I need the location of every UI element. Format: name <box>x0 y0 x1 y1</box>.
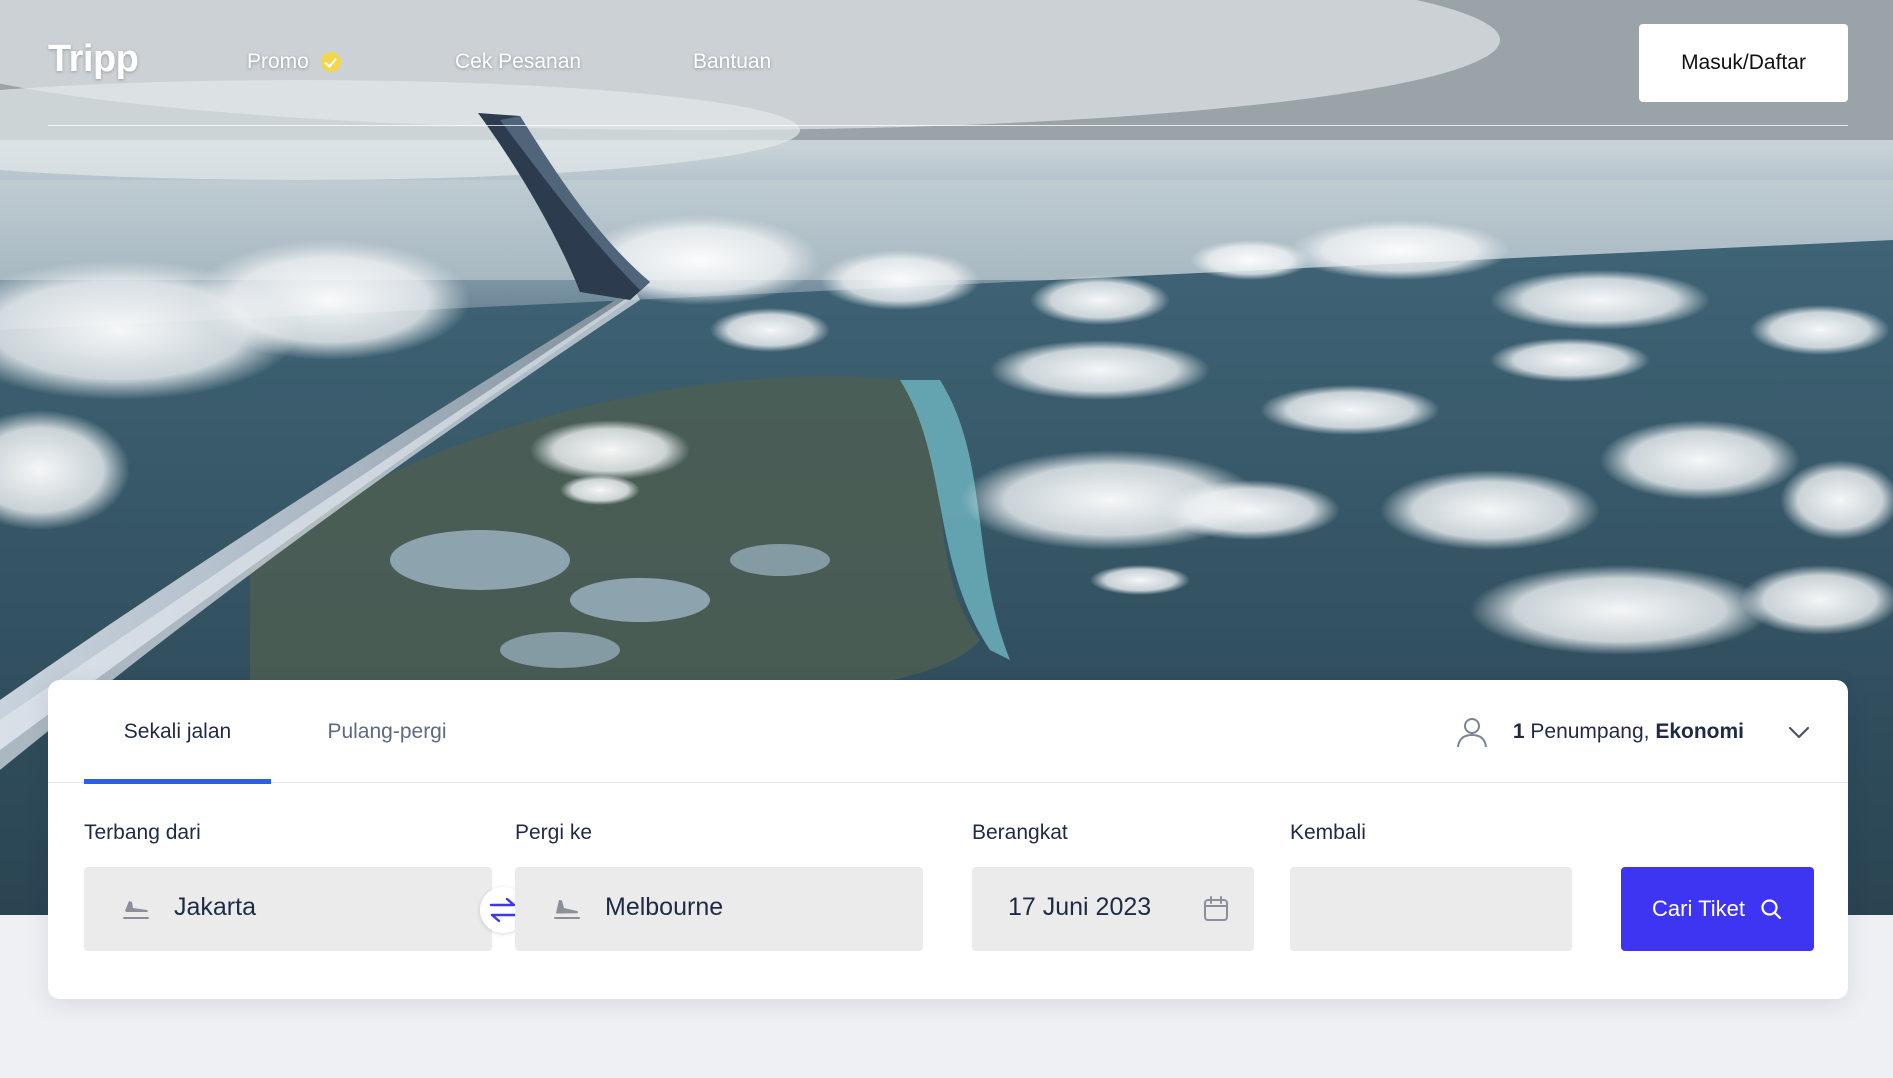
search-icon <box>1761 899 1782 920</box>
nav-link-promo-label: Promo <box>247 50 309 73</box>
depart-label: Berangkat <box>972 821 1068 844</box>
takeoff-icon <box>123 901 149 919</box>
user-icon <box>1456 717 1487 747</box>
nav-link-bantuan[interactable]: Bantuan <box>693 50 771 74</box>
to-value: Melbourne <box>605 893 724 921</box>
from-field[interactable]: Jakarta <box>84 867 492 951</box>
return-date-field[interactable] <box>1290 867 1572 951</box>
trip-type-tabs: Sekali jalan Pulang-pergi 1 Penumpang, E… <box>48 680 1848 784</box>
promo-badge-icon <box>320 52 341 72</box>
return-label: Kembali <box>1290 821 1366 844</box>
nav-link-bantuan-label: Bantuan <box>693 50 772 73</box>
top-nav: Tripp Promo Cek Pesanan Bantuan Masuk/Da… <box>48 0 1848 126</box>
brand-logo[interactable]: Tripp <box>48 38 139 81</box>
nav-link-cek-pesanan-label: Cek Pesanan <box>455 50 582 73</box>
calendar-icon <box>1204 896 1228 921</box>
depart-date-field[interactable]: 17 Juni 2023 <box>972 867 1254 951</box>
from-label: Terbang dari <box>84 821 201 844</box>
cabin-class: Ekonomi <box>1655 719 1744 743</box>
landing-icon <box>554 900 580 919</box>
to-field[interactable]: Melbourne <box>515 867 923 951</box>
search-tickets-label: Cari Tiket <box>1652 896 1745 921</box>
to-label: Pergi ke <box>515 821 593 844</box>
chevron-down-icon <box>1788 726 1810 738</box>
search-tickets-button[interactable]: Cari Tiket <box>1621 867 1814 951</box>
login-register-button[interactable]: Masuk/Daftar <box>1639 24 1848 102</box>
swap-arrows-icon <box>489 897 517 923</box>
flight-search-card: Sekali jalan Pulang-pergi 1 Penumpang, E… <box>48 680 1848 999</box>
from-value: Jakarta <box>174 893 256 921</box>
depart-value: 17 Juni 2023 <box>1008 893 1152 921</box>
tab-sekali-jalan[interactable]: Sekali jalan <box>84 680 271 784</box>
passenger-text: Penumpang, <box>1524 719 1656 743</box>
tab-pulang-pergi[interactable]: Pulang-pergi <box>312 680 462 783</box>
passenger-count: 1 <box>1512 719 1525 743</box>
nav-link-cek-pesanan[interactable]: Cek Pesanan <box>455 50 581 74</box>
passenger-class-selector[interactable]: 1 Penumpang, Ekonomi <box>1455 680 1812 783</box>
nav-link-promo[interactable]: Promo <box>247 50 341 74</box>
